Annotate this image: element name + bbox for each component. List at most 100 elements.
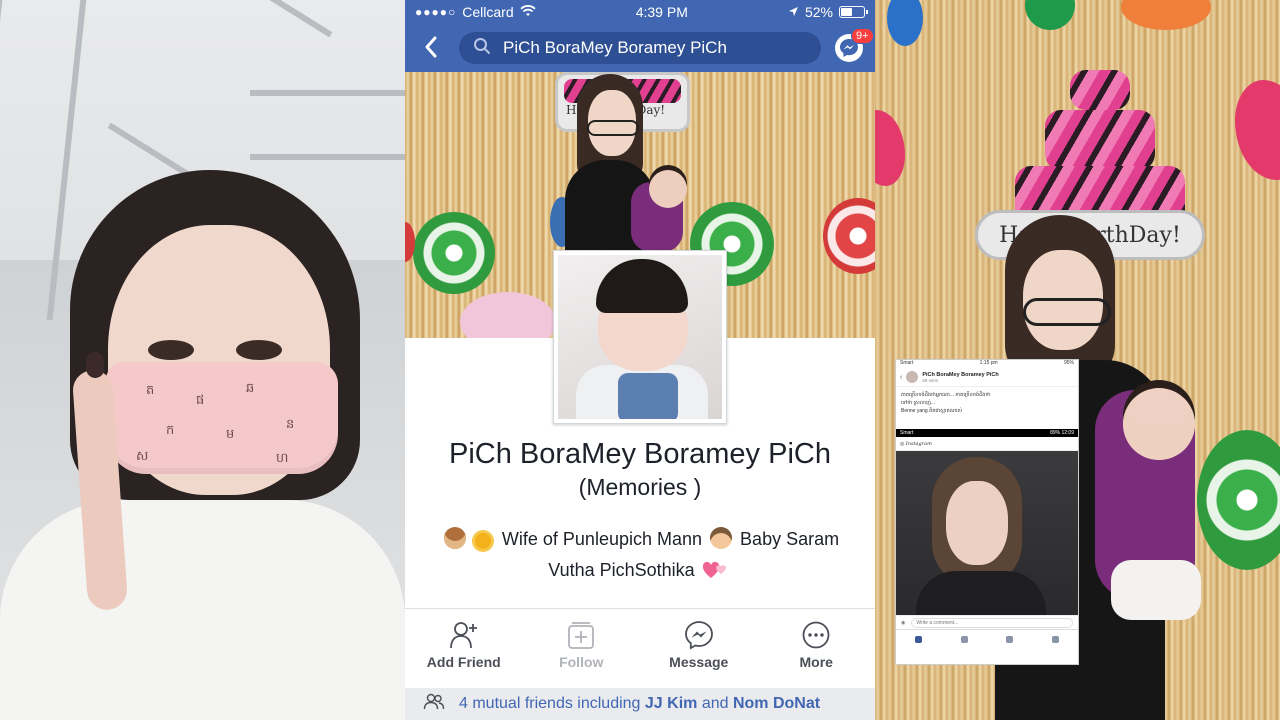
fingernail <box>85 351 105 379</box>
avatar <box>906 371 919 383</box>
mutual-friends-row[interactable]: 4 mutual friends including JJ Kim and No… <box>405 688 875 720</box>
inset-embedded-carrier: Smart <box>900 430 914 436</box>
two-hearts-emoji-icon <box>702 559 729 579</box>
profile-bio: Wife of Punleupich Mann Baby Saram Vutha… <box>425 524 855 586</box>
inset-battery: 95% <box>1063 360 1074 366</box>
notification-badge: 9+ <box>851 28 874 44</box>
inset-post-line: ភាគច្រើនចង់ដឹងថាអ្នកណា... ភាគច្រើនចង់ដឹង… <box>901 392 991 398</box>
clock: 4:39 PM <box>635 4 688 20</box>
pink-face-mask: តផឆ កមន សហ <box>106 362 338 474</box>
battery-percent: 52% <box>804 4 833 20</box>
inset-status-bar: Smart 1:15 pm 95% <box>896 360 1078 368</box>
profile-picture[interactable] <box>553 250 727 424</box>
bear-emoji-icon <box>443 527 466 549</box>
baby-legs <box>1111 560 1201 620</box>
friends-icon <box>960 636 968 643</box>
location-arrow-icon <box>788 4 799 20</box>
baby-head <box>1123 388 1195 460</box>
notifications-icon <box>1006 636 1014 643</box>
instagram-label: Instagram <box>905 440 932 447</box>
inset-embedded-battery: 89% 12:09 <box>1050 430 1074 436</box>
top-bar: ●●●●○ Cellcard 4:39 PM 52% PiCh BoraMey … <box>405 0 875 72</box>
facebook-profile-screen: ●●●●○ Cellcard 4:39 PM 52% PiCh BoraMey … <box>405 0 875 720</box>
eye <box>148 340 194 360</box>
message-label: Message <box>669 654 729 670</box>
battery-fill <box>841 8 852 16</box>
inset-post-time: 59 mins <box>922 377 939 383</box>
inset-embedded-status-bar: Smart 89% 12:09 <box>896 429 1078 437</box>
bio-line-1: Wife of Punleupich Mann <box>501 529 703 549</box>
menu-icon <box>1051 636 1059 643</box>
baby-head <box>649 170 687 208</box>
left-selfie-photo: តផឆ កមន សហ <box>0 0 405 720</box>
news-feed-icon <box>915 636 923 643</box>
collage: តផឆ កមន សហ ●●●●○ Cellcard 4:39 PM 52% Pi… <box>0 0 1280 720</box>
search-icon <box>473 37 491 60</box>
baby-emoji-icon <box>710 527 733 549</box>
inset-post-line: Benne yang ពិតជាស្អាតណាស់ <box>901 408 963 414</box>
balloon <box>413 212 495 294</box>
balloon <box>1235 80 1280 180</box>
inset-phone-screenshot: Smart 1:15 pm 95% ‹ PiCh BoraMey Boramey… <box>896 360 1078 664</box>
inset-poster-name: PiCh BoraMey Boramey PiCh <box>922 371 999 378</box>
add-friend-icon <box>449 620 479 650</box>
inset-time: 1:15 pm <box>979 360 998 366</box>
sunflower-emoji-icon <box>474 533 491 549</box>
more-icon <box>801 620 831 650</box>
mutual-friends-prefix: 4 mutual friends including <box>459 695 641 712</box>
camera-icon: ◉ <box>901 619 906 626</box>
instagram-photo <box>896 451 1078 615</box>
instagram-header: ◎ Instagram <box>896 437 1078 451</box>
bio-line-2-prefix: Baby Saram <box>740 529 840 549</box>
glasses <box>587 120 639 136</box>
status-bar: ●●●●○ Cellcard 4:39 PM 52% <box>405 0 875 24</box>
comment-bar: ◉ Write a comment... <box>896 615 1078 629</box>
mutual-friend-link[interactable]: Nom DoNat <box>733 695 820 712</box>
search-query: PiCh BoraMey Boramey PiCh <box>503 38 727 57</box>
back-button[interactable] <box>421 32 441 62</box>
balloon <box>460 292 556 338</box>
balloon <box>1025 0 1075 30</box>
add-friend-button[interactable]: Add Friend <box>409 620 519 684</box>
inset-post-line: ទៅថា ស្រលាញ់... <box>901 400 936 406</box>
more-button[interactable]: More <box>761 620 871 684</box>
bio-line-2: Vutha PichSothika <box>548 560 695 580</box>
profile-actions: Add Friend Follow Message More <box>405 620 875 684</box>
friends-icon <box>423 693 445 716</box>
mutual-and: and <box>701 695 729 712</box>
search-input[interactable]: PiCh BoraMey Boramey PiCh <box>459 32 821 64</box>
back-icon: ‹ <box>900 373 903 381</box>
balloon <box>1197 430 1280 570</box>
inset-post-header: ‹ PiCh BoraMey Boramey PiCh 59 mins <box>896 368 1078 387</box>
profile-name: PiCh BoraMey Boramey PiCh <box>449 438 831 470</box>
white-shirt <box>0 500 405 720</box>
inset-post-text: ភាគច្រើនចង់ដឹងថាអ្នកណា... ភាគច្រើនចង់ដឹង… <box>896 387 1078 429</box>
carrier-name: Cellcard <box>462 4 514 20</box>
balloon <box>823 198 875 274</box>
baby-clothes <box>618 373 678 419</box>
camera-icon: ◎ <box>900 440 905 447</box>
metal-truss <box>250 90 405 160</box>
add-friend-label: Add Friend <box>426 654 501 670</box>
divider <box>405 608 875 609</box>
balloon <box>875 110 905 186</box>
inset-carrier: Smart <box>900 360 914 366</box>
cake-tier <box>1045 110 1155 170</box>
balloon <box>1121 0 1211 30</box>
cake-tier <box>1070 70 1130 110</box>
comment-input: Write a comment... <box>911 617 1073 628</box>
inset-tab-bar <box>896 629 1078 649</box>
profile-alt-name: (Memories ) <box>578 474 702 500</box>
follow-button[interactable]: Follow <box>526 620 636 684</box>
messenger-icon <box>684 620 714 650</box>
message-button[interactable]: Message <box>644 620 754 684</box>
more-label: More <box>799 654 833 670</box>
signal-strength: ●●●●○ <box>415 5 457 19</box>
mutual-friend-link[interactable]: JJ Kim <box>645 695 697 712</box>
balloon <box>887 0 923 46</box>
eye <box>236 340 282 360</box>
glasses <box>1023 298 1111 326</box>
wifi-icon <box>519 4 536 20</box>
baby-hair <box>596 259 688 313</box>
follow-icon <box>566 620 596 650</box>
